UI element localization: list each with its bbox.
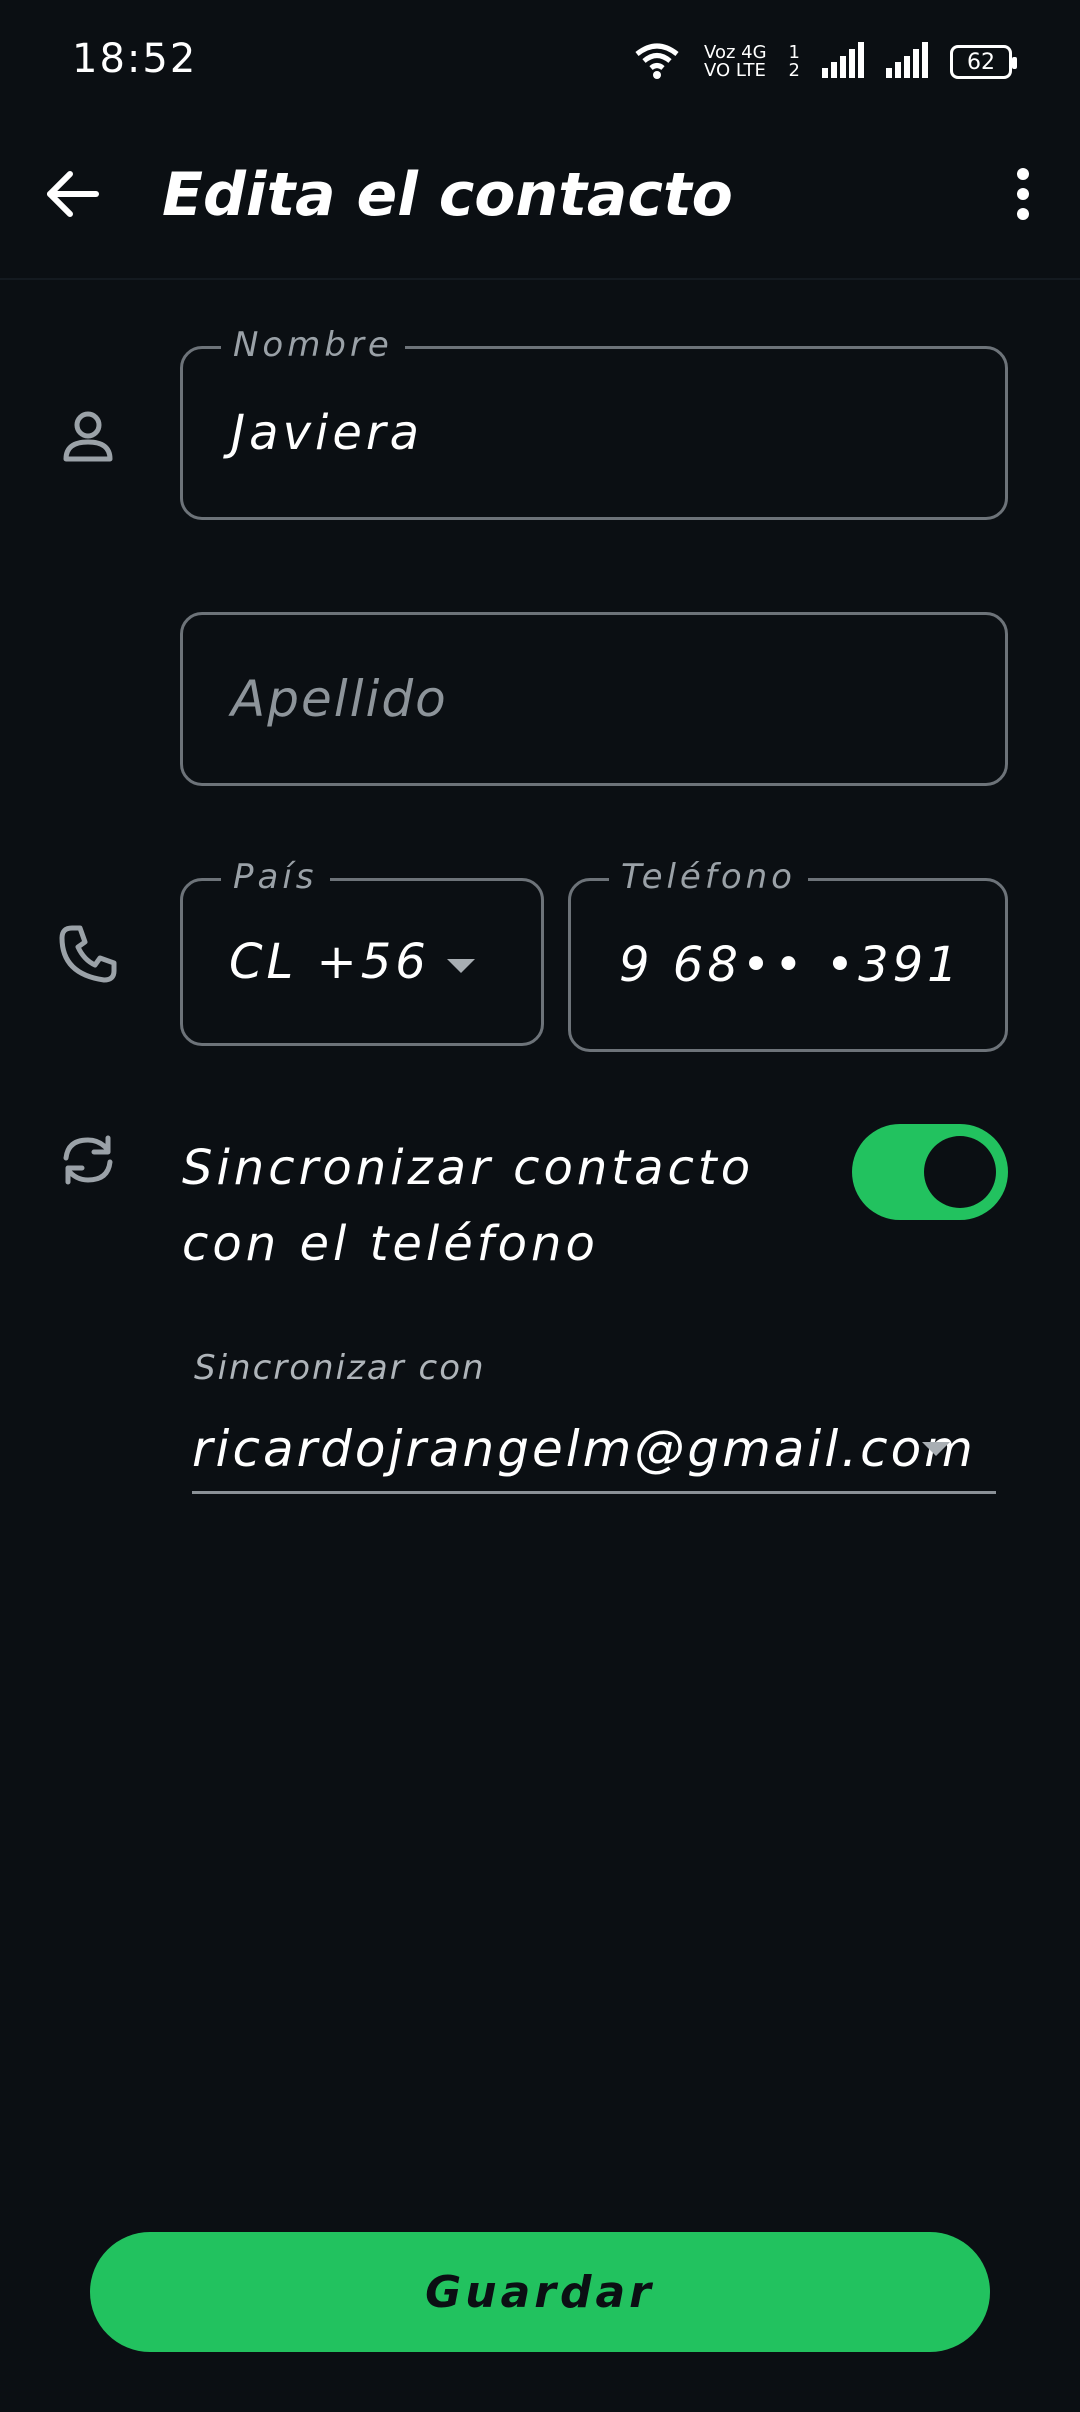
network-labels: Voz 4G VO LTE (704, 44, 767, 80)
account-value: ricardojrangelm@gmail.com (192, 1420, 976, 1478)
sync-with-label: Sincronizar con (194, 1348, 486, 1388)
wifi-icon (632, 40, 682, 84)
country-label: País (221, 857, 330, 897)
more-vertical-icon (1015, 168, 1031, 224)
toggle-knob (924, 1136, 996, 1208)
country-value: CL +56 (229, 934, 430, 990)
battery-level: 62 (967, 49, 995, 75)
country-select[interactable]: País CL +56 (180, 857, 544, 1046)
sync-toggle[interactable] (852, 1124, 1008, 1220)
back-button[interactable] (34, 158, 110, 234)
sim-labels: 1 2 (789, 44, 800, 80)
phone-field[interactable]: Teléfono 9 68•• •391 (568, 857, 1008, 1052)
first-name-field[interactable]: Nombre Javiera (180, 325, 1008, 520)
account-select[interactable]: ricardojrangelm@gmail.com (192, 1410, 996, 1494)
status-time: 18:52 (72, 36, 198, 82)
arrow-left-icon (44, 170, 100, 222)
status-bar: 18:52 Voz 4G VO LTE 1 2 62 (0, 0, 1080, 120)
first-name-label: Nombre (221, 325, 405, 365)
edit-contact-screen: 18:52 Voz 4G VO LTE 1 2 62 Edita el cont… (0, 0, 1080, 2412)
first-name-value: Javiera (231, 405, 423, 461)
volte-label: VO LTE (704, 60, 766, 81)
chevron-down-icon (922, 1442, 950, 1456)
page-title: Edita el contacto (162, 160, 733, 230)
save-button[interactable]: Guardar (90, 2232, 990, 2352)
signal-icon-sim1 (822, 42, 864, 82)
phone-value: 9 68•• •391 (619, 937, 962, 993)
sync-icon (56, 1128, 120, 1192)
sync-contact-label: Sincronizar contacto con el teléfono (182, 1140, 755, 1272)
battery-icon: 62 (950, 45, 1017, 79)
last-name-placeholder: Apellido (231, 670, 448, 728)
last-name-field[interactable]: Apellido (180, 612, 1008, 786)
app-bar: Edita el contacto (0, 120, 1080, 280)
person-icon (56, 404, 120, 468)
signal-icon-sim2 (886, 42, 928, 82)
sim2-label: 2 (788, 60, 800, 81)
status-icons: Voz 4G VO LTE 1 2 62 (632, 34, 1017, 90)
more-options-button[interactable] (988, 158, 1058, 234)
phone-label: Teléfono (609, 857, 808, 897)
phone-icon (56, 922, 120, 986)
chevron-down-icon (447, 959, 475, 973)
